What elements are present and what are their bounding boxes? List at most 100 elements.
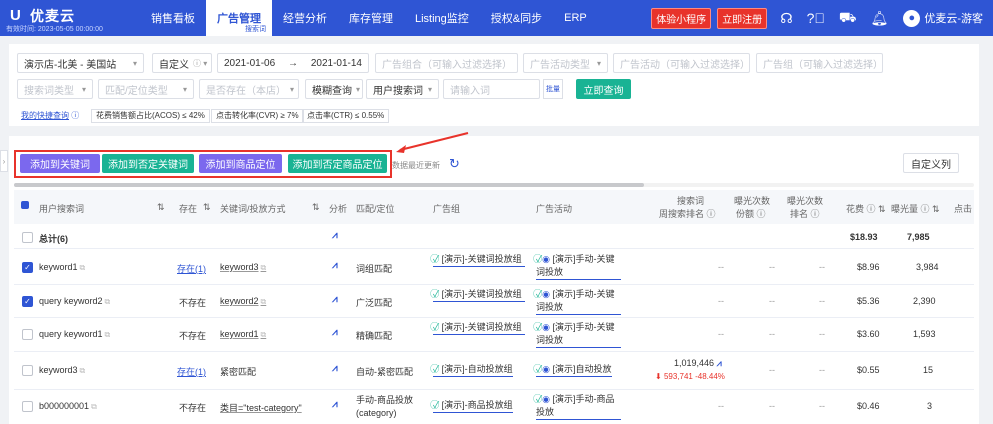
row-checkbox[interactable] [22, 365, 33, 376]
adgroup-select[interactable]: 广告组（可输入过滤选择） [756, 53, 883, 73]
sort-icon[interactable]: ⇅ [312, 202, 320, 213]
header-click-line2[interactable]: 排名 ⓘ [790, 207, 820, 220]
username[interactable]: 优麦云-游客 [924, 10, 983, 26]
table-row[interactable]: ✓ query keyword2 ⧉ 不存在 keyword2 ⧉ ⩘ 广泛匹配 ✓… [14, 285, 974, 318]
table-row[interactable]: keyword3 ⧉ 存在(1) 紧密匹配 ⩘ 自动-紧密匹配 ✓⃝ [演示]-自… [14, 352, 974, 390]
external-link-icon[interactable]: ⧉ [261, 330, 267, 339]
external-link-icon[interactable]: ⧉ [105, 330, 111, 339]
fuzzy-select[interactable]: 模糊查询 ▾ [305, 79, 363, 99]
search-type-select[interactable]: 搜索词类型 ▾ [17, 79, 93, 99]
header-match[interactable]: 匹配/定位 [356, 202, 395, 215]
add-negative-product-target-button[interactable]: 添加到否定商品定位 [288, 154, 387, 173]
campaign-link[interactable]: ✓⃝◉ [演示]手动-关键词投放 [536, 253, 621, 280]
nav-auth-sync[interactable]: 授权&同步 [480, 0, 553, 36]
exists-link[interactable]: 存在(1) [177, 365, 206, 378]
table-row[interactable]: b000000001 ⧉ 不存在 类目="test-category" ⩘ 手动-… [14, 390, 974, 424]
sort-icon[interactable]: ⇅ [203, 202, 211, 213]
keyword[interactable]: 类目="test-category" [220, 401, 302, 414]
trend-chart-icon[interactable]: ⩘ [332, 260, 338, 271]
trend-chart-icon[interactable]: ⩘ [332, 399, 338, 410]
add-negative-keyword-button[interactable]: 添加到否定关键词 [102, 154, 194, 173]
adgroup-link[interactable]: ✓⃝ [演示]-关键词投放组 [433, 288, 525, 302]
sort-icon[interactable]: ⇅ [157, 202, 165, 213]
external-link-icon[interactable]: ⧉ [105, 297, 111, 306]
header-rank-line1[interactable]: 搜索词 [677, 194, 704, 207]
campaign-select[interactable]: 广告活动（可输入过滤选择） [613, 53, 750, 73]
portfolio-select[interactable]: 广告组合（可输入过滤选择） [375, 53, 518, 73]
trend-chart-icon[interactable]: ⩘ [332, 294, 338, 305]
ad-type-select[interactable]: 广告活动类型 ▾ [523, 53, 608, 73]
headset-icon[interactable]: ☊ [780, 10, 792, 27]
campaign-link[interactable]: ✓⃝◉ [演示]自动投放 [536, 363, 612, 377]
filter-chip[interactable]: 点击转化率(CVR) ≥ 7% [211, 109, 304, 123]
bell-icon[interactable]: 🔔︎ [871, 10, 889, 27]
header-keyword[interactable]: 关键词/投放方式 [220, 202, 286, 215]
header-spend[interactable]: 花费 ⓘ ⇅ [846, 202, 886, 215]
keyword[interactable]: keyword1 ⧉ [220, 329, 266, 340]
nav-inventory[interactable]: 库存管理 [338, 0, 404, 36]
quick-query-link[interactable]: 我的快捷查询 ⓘ [21, 110, 79, 121]
query-now-button[interactable]: 立即查询 [576, 79, 631, 99]
table-row[interactable]: ✓ keyword1 ⧉ 存在(1) keyword3 ⧉ ⩘ 词组匹配 ✓⃝ [演… [14, 249, 974, 285]
nav-sales-dashboard[interactable]: 销售看板 [140, 0, 206, 36]
date-range-picker[interactable]: 2021-01-06 → 2021-01-14 [217, 53, 369, 73]
avatar[interactable]: ● [903, 9, 921, 27]
table-row[interactable]: query keyword1 ⧉ 不存在 keyword1 ⧉ ⩘ 精确匹配 ✓⃝ … [14, 318, 974, 352]
trend-chart-icon[interactable]: ⩘ [332, 327, 338, 338]
header-exists[interactable]: 存在 [179, 202, 197, 215]
header-more[interactable]: 点击 [954, 202, 972, 215]
filter-chip[interactable]: 花费销售额占比(ACOS) ≤ 42% [91, 109, 210, 123]
add-keyword-button[interactable]: 添加到关键词 [20, 154, 100, 173]
exists-link[interactable]: 存在(1) [177, 262, 206, 275]
trend-chart-icon[interactable]: ⩘ [332, 230, 338, 241]
add-product-target-button[interactable]: 添加到商品定位 [199, 154, 282, 173]
adgroup-link[interactable]: ✓⃝ [演示]-自动投放组 [433, 363, 513, 377]
row-checkbox[interactable]: ✓ [22, 262, 33, 273]
filter-chip[interactable]: 点击率(CTR) ≤ 0.55% [302, 109, 390, 123]
logo[interactable]: U 优麦云 有效时间: 2023-05-05 00:00:00 [0, 0, 140, 36]
row-checkbox[interactable] [22, 401, 33, 412]
header-impr-line1[interactable]: 曝光次数 [734, 194, 770, 207]
external-link-icon[interactable]: ⧉ [80, 263, 86, 272]
campaign-link[interactable]: ✓⃝◉ [演示]手动-关键词投放 [536, 288, 621, 315]
custom-columns-button[interactable]: 自定义列 [903, 153, 959, 173]
row-checkbox[interactable] [22, 232, 33, 243]
keyword-input[interactable]: 请输入词 [443, 79, 540, 99]
external-link-icon[interactable]: ⧉ [91, 402, 97, 411]
campaign-link[interactable]: ✓⃝◉ [演示]手动-商品投放 [536, 393, 621, 420]
nav-listing-monitor[interactable]: Listing监控 [404, 0, 480, 36]
register-button[interactable]: 立即注册 [717, 7, 768, 29]
store-select[interactable]: 演示店-北美 - 美国站 ▾ [17, 53, 144, 73]
exists-select[interactable]: 是否存在（本店） ▾ [199, 79, 299, 99]
header-search-term[interactable]: 用户搜索词 [39, 202, 84, 215]
field-select[interactable]: 用户搜索词 ▾ [366, 79, 439, 99]
header-impr-line2[interactable]: 份额 ⓘ [736, 207, 766, 220]
trend-chart-icon[interactable]: ⩘ [717, 358, 722, 368]
search-term[interactable]: query keyword2 ⧉ [39, 296, 110, 307]
trend-chart-icon[interactable]: ⩘ [332, 363, 338, 374]
search-term[interactable]: keyword3 ⧉ [39, 365, 85, 376]
horizontal-scrollbar[interactable] [14, 183, 644, 187]
external-link-icon[interactable]: ⧉ [80, 366, 86, 375]
adgroup-link[interactable]: ✓⃝ [演示]-商品投放组 [433, 399, 513, 413]
header-rank-line2[interactable]: 周搜索排名 ⓘ [659, 207, 716, 220]
header-impressions[interactable]: 曝光量 ⓘ ⇅ [891, 202, 940, 215]
nav-ad-management[interactable]: 广告管理 搜索词 [206, 0, 272, 36]
adgroup-link[interactable]: ✓⃝ [演示]-关键词投放组 [433, 321, 525, 335]
nav-erp[interactable]: ERP [553, 0, 598, 36]
help-icon[interactable]: ?⃝ [807, 10, 825, 26]
adgroup-link[interactable]: ✓⃝ [演示]-关键词投放组 [433, 253, 525, 267]
date-type-select[interactable]: 自定义 ⓘ ▾ [152, 53, 212, 73]
row-checkbox[interactable] [22, 329, 33, 340]
keyword[interactable]: keyword2 ⧉ [220, 296, 266, 307]
collapse-tab[interactable]: › [0, 150, 8, 172]
cart-icon[interactable]: ⛟ [839, 9, 857, 28]
external-link-icon[interactable]: ⧉ [261, 297, 267, 306]
external-link-icon[interactable]: ⧉ [261, 263, 267, 272]
campaign-link[interactable]: ✓⃝◉ [演示]手动-关键词投放 [536, 321, 621, 348]
keyword[interactable]: keyword3 ⧉ [220, 262, 266, 273]
match-type-select[interactable]: 匹配/定位类型 ▾ [98, 79, 194, 99]
miniprogram-button[interactable]: 体验小程序 [651, 7, 712, 29]
refresh-icon[interactable]: ↻ [449, 156, 460, 172]
search-term[interactable]: keyword1 ⧉ [39, 262, 85, 273]
